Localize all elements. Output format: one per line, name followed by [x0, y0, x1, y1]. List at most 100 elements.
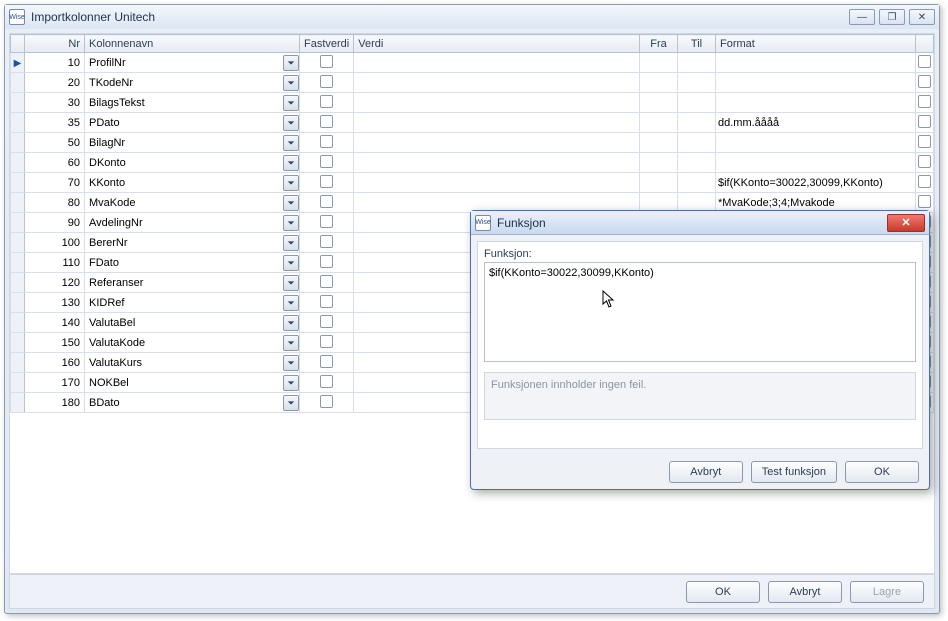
- cell-format[interactable]: [716, 153, 916, 173]
- fastverdi-checkbox[interactable]: [320, 215, 333, 228]
- cell-name[interactable]: KIDRef: [85, 293, 300, 313]
- cell-fastverdi[interactable]: [300, 193, 354, 213]
- dialog-test-button[interactable]: Test funksjon: [751, 461, 837, 483]
- cell-til[interactable]: [678, 93, 716, 113]
- cell-fastverdi[interactable]: [300, 213, 354, 233]
- table-row[interactable]: 35PDato dd.mm.åååå: [11, 113, 934, 133]
- cell-nr[interactable]: 50: [25, 133, 85, 153]
- row-handle[interactable]: [11, 213, 25, 233]
- fastverdi-checkbox[interactable]: [320, 155, 333, 168]
- dropdown-icon[interactable]: [283, 395, 299, 411]
- fastverdi-checkbox[interactable]: [320, 75, 333, 88]
- cell-fastverdi[interactable]: [300, 153, 354, 173]
- cell-name[interactable]: BererNr: [85, 233, 300, 253]
- col-fast[interactable]: Fastverdi: [300, 35, 354, 53]
- cell-nr[interactable]: 140: [25, 313, 85, 333]
- row-handle[interactable]: [11, 393, 25, 413]
- fastverdi-checkbox[interactable]: [320, 115, 333, 128]
- cell-tail[interactable]: [916, 153, 934, 173]
- tail-checkbox[interactable]: [918, 95, 931, 108]
- cancel-button[interactable]: Avbryt: [768, 581, 842, 603]
- cell-fastverdi[interactable]: [300, 53, 354, 73]
- cell-verdi[interactable]: [354, 133, 640, 153]
- dialog-ok-button[interactable]: OK: [845, 461, 919, 483]
- row-handle[interactable]: [11, 93, 25, 113]
- row-handle[interactable]: [11, 153, 25, 173]
- tail-checkbox[interactable]: [918, 195, 931, 208]
- row-handle[interactable]: [11, 73, 25, 93]
- minimize-button[interactable]: —: [849, 9, 875, 25]
- fastverdi-checkbox[interactable]: [320, 295, 333, 308]
- fastverdi-checkbox[interactable]: [320, 275, 333, 288]
- cell-nr[interactable]: 80: [25, 193, 85, 213]
- cell-fastverdi[interactable]: [300, 313, 354, 333]
- cell-name[interactable]: PDato: [85, 113, 300, 133]
- cell-name[interactable]: NOKBel: [85, 373, 300, 393]
- cell-fastverdi[interactable]: [300, 113, 354, 133]
- table-row[interactable]: ▶10ProfilNr: [11, 53, 934, 73]
- cell-nr[interactable]: 180: [25, 393, 85, 413]
- dropdown-icon[interactable]: [283, 95, 299, 111]
- cell-format[interactable]: [716, 93, 916, 113]
- cell-name[interactable]: ValutaKode: [85, 333, 300, 353]
- cell-nr[interactable]: 170: [25, 373, 85, 393]
- cell-verdi[interactable]: [354, 53, 640, 73]
- fastverdi-checkbox[interactable]: [320, 335, 333, 348]
- row-handle[interactable]: [11, 113, 25, 133]
- row-handle[interactable]: [11, 293, 25, 313]
- row-handle[interactable]: [11, 193, 25, 213]
- dropdown-icon[interactable]: [283, 275, 299, 291]
- save-button[interactable]: Lagre: [850, 581, 924, 603]
- cell-fastverdi[interactable]: [300, 373, 354, 393]
- cell-fra[interactable]: [640, 133, 678, 153]
- row-handle[interactable]: [11, 233, 25, 253]
- cell-nr[interactable]: 35: [25, 113, 85, 133]
- cell-tail[interactable]: [916, 113, 934, 133]
- cell-format[interactable]: dd.mm.åååå: [716, 113, 916, 133]
- fastverdi-checkbox[interactable]: [320, 255, 333, 268]
- cell-nr[interactable]: 100: [25, 233, 85, 253]
- dropdown-icon[interactable]: [283, 375, 299, 391]
- cell-nr[interactable]: 20: [25, 73, 85, 93]
- fastverdi-checkbox[interactable]: [320, 315, 333, 328]
- cell-format[interactable]: [716, 73, 916, 93]
- tail-checkbox[interactable]: [918, 55, 931, 68]
- fastverdi-checkbox[interactable]: [320, 375, 333, 388]
- cell-til[interactable]: [678, 113, 716, 133]
- tail-checkbox[interactable]: [918, 115, 931, 128]
- cell-name[interactable]: KKonto: [85, 173, 300, 193]
- col-til[interactable]: Til: [678, 35, 716, 53]
- fastverdi-checkbox[interactable]: [320, 355, 333, 368]
- cell-fastverdi[interactable]: [300, 393, 354, 413]
- fastverdi-checkbox[interactable]: [320, 55, 333, 68]
- col-fra[interactable]: Fra: [640, 35, 678, 53]
- fastverdi-checkbox[interactable]: [320, 235, 333, 248]
- cell-nr[interactable]: 120: [25, 273, 85, 293]
- cell-fastverdi[interactable]: [300, 273, 354, 293]
- fastverdi-checkbox[interactable]: [320, 395, 333, 408]
- cell-nr[interactable]: 150: [25, 333, 85, 353]
- cell-tail[interactable]: [916, 93, 934, 113]
- dropdown-icon[interactable]: [283, 115, 299, 131]
- dialog-close-button[interactable]: ✕: [887, 214, 925, 232]
- close-button[interactable]: ✕: [909, 9, 935, 25]
- cell-fra[interactable]: [640, 93, 678, 113]
- cell-verdi[interactable]: [354, 73, 640, 93]
- cell-fastverdi[interactable]: [300, 253, 354, 273]
- col-format[interactable]: Format: [716, 35, 916, 53]
- cell-fra[interactable]: [640, 53, 678, 73]
- cell-nr[interactable]: 160: [25, 353, 85, 373]
- cell-nr[interactable]: 70: [25, 173, 85, 193]
- cell-til[interactable]: [678, 73, 716, 93]
- cell-til[interactable]: [678, 153, 716, 173]
- cell-fastverdi[interactable]: [300, 173, 354, 193]
- cell-nr[interactable]: 130: [25, 293, 85, 313]
- cell-name[interactable]: MvaKode: [85, 193, 300, 213]
- dropdown-icon[interactable]: [283, 235, 299, 251]
- fastverdi-checkbox[interactable]: [320, 95, 333, 108]
- cell-name[interactable]: BilagsTekst: [85, 93, 300, 113]
- cell-name[interactable]: BilagNr: [85, 133, 300, 153]
- cell-name[interactable]: TKodeNr: [85, 73, 300, 93]
- cell-verdi[interactable]: [354, 93, 640, 113]
- cell-til[interactable]: [678, 173, 716, 193]
